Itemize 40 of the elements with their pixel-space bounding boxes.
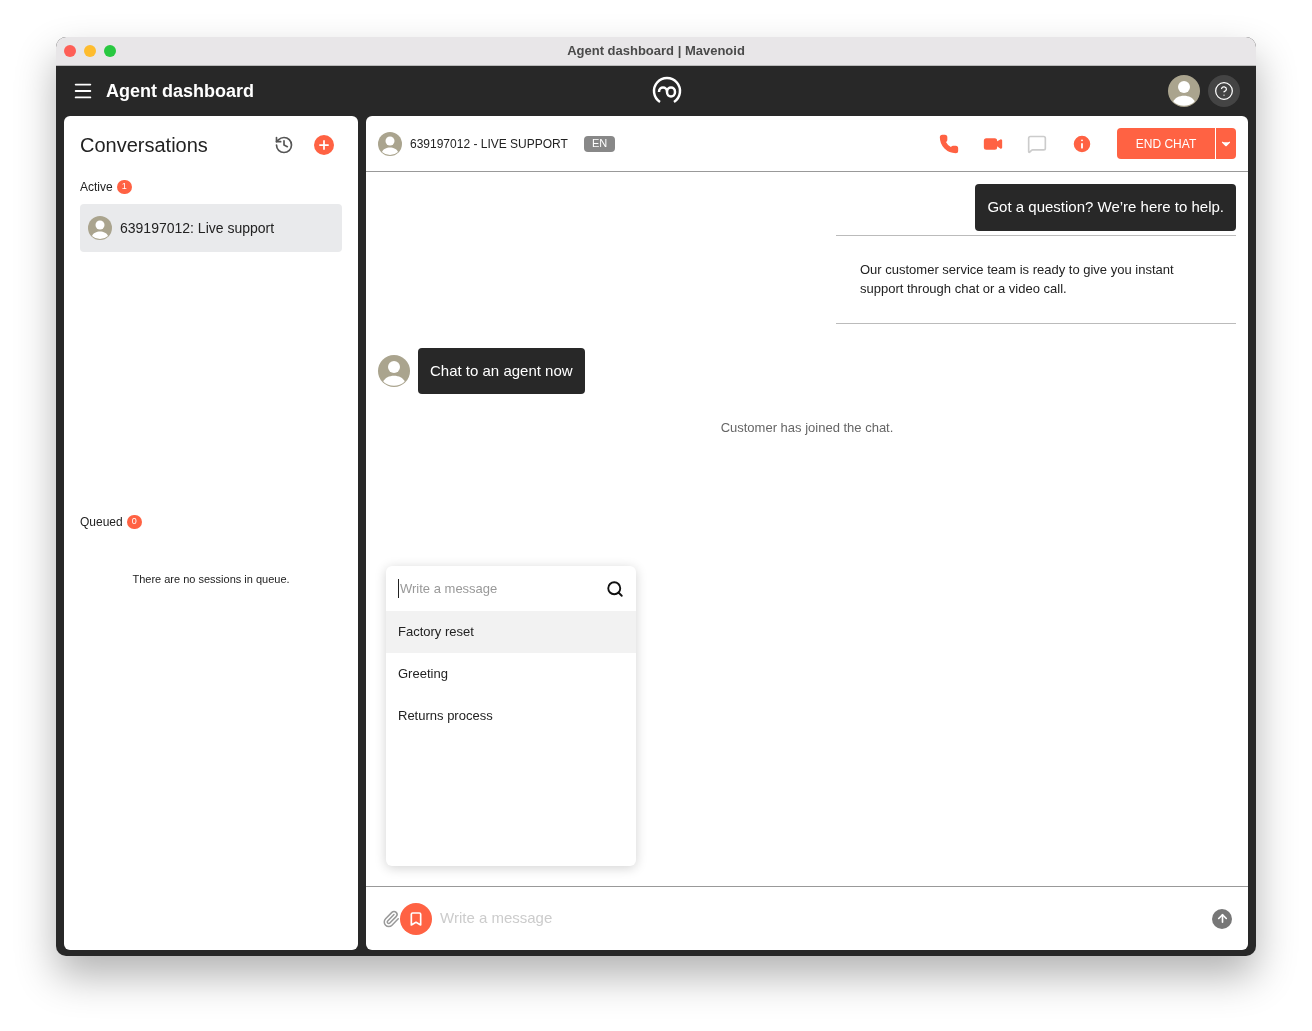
add-button[interactable] — [314, 135, 334, 155]
panel-title: Conversations — [80, 133, 208, 158]
close-icon[interactable] — [64, 45, 76, 57]
plus-icon — [317, 138, 331, 152]
arrow-up-icon — [1215, 912, 1229, 925]
section-label: Queued — [80, 514, 123, 531]
agent-message: Got a question? We’re here to help. — [975, 184, 1236, 231]
phone-icon[interactable] — [939, 133, 959, 154]
count-badge: 0 — [126, 515, 142, 529]
canned-response-button[interactable] — [400, 902, 432, 935]
send-button[interactable] — [1212, 908, 1232, 929]
language-badge: EN — [583, 135, 616, 152]
conversation-item[interactable]: 639197012: Live support — [80, 204, 342, 252]
info-icon[interactable] — [1071, 132, 1093, 155]
response-item[interactable]: Greeting — [386, 653, 636, 695]
avatar-icon — [1168, 75, 1200, 107]
attach-icon[interactable] — [382, 909, 400, 928]
dropdown-button[interactable] — [1216, 128, 1236, 159]
maximize-icon[interactable] — [104, 45, 116, 57]
bookmark-icon — [408, 910, 424, 927]
search-field[interactable]: Write a message — [398, 578, 606, 599]
system-message: Customer has joined the chat. — [720, 419, 894, 437]
window-title: Agent dashboard | Mavenoid — [567, 42, 745, 61]
empty-queue-text: There are no sessions in queue. — [131, 572, 291, 587]
help-icon — [1214, 81, 1234, 101]
header-title: Agent dashboard — [106, 79, 254, 103]
customer-message: Chat to an agent now — [418, 347, 585, 394]
avatar-icon — [378, 131, 402, 156]
chat-icon[interactable] — [1027, 133, 1047, 154]
chat-title: 639197012 - LIVE SUPPORT — [410, 135, 568, 153]
info-card: Our customer service team is ready to give you instant support through chat or a video call. — [836, 234, 1236, 324]
avatar-icon — [378, 354, 410, 387]
avatar-icon — [88, 216, 112, 240]
response-item[interactable]: Returns process — [386, 695, 636, 737]
count-badge: 1 — [116, 180, 132, 194]
section-label: Active — [80, 179, 113, 196]
help-button[interactable] — [1208, 75, 1240, 107]
search-icon[interactable] — [606, 579, 624, 598]
history-icon[interactable] — [274, 135, 294, 155]
response-item[interactable]: Factory reset — [386, 611, 636, 653]
